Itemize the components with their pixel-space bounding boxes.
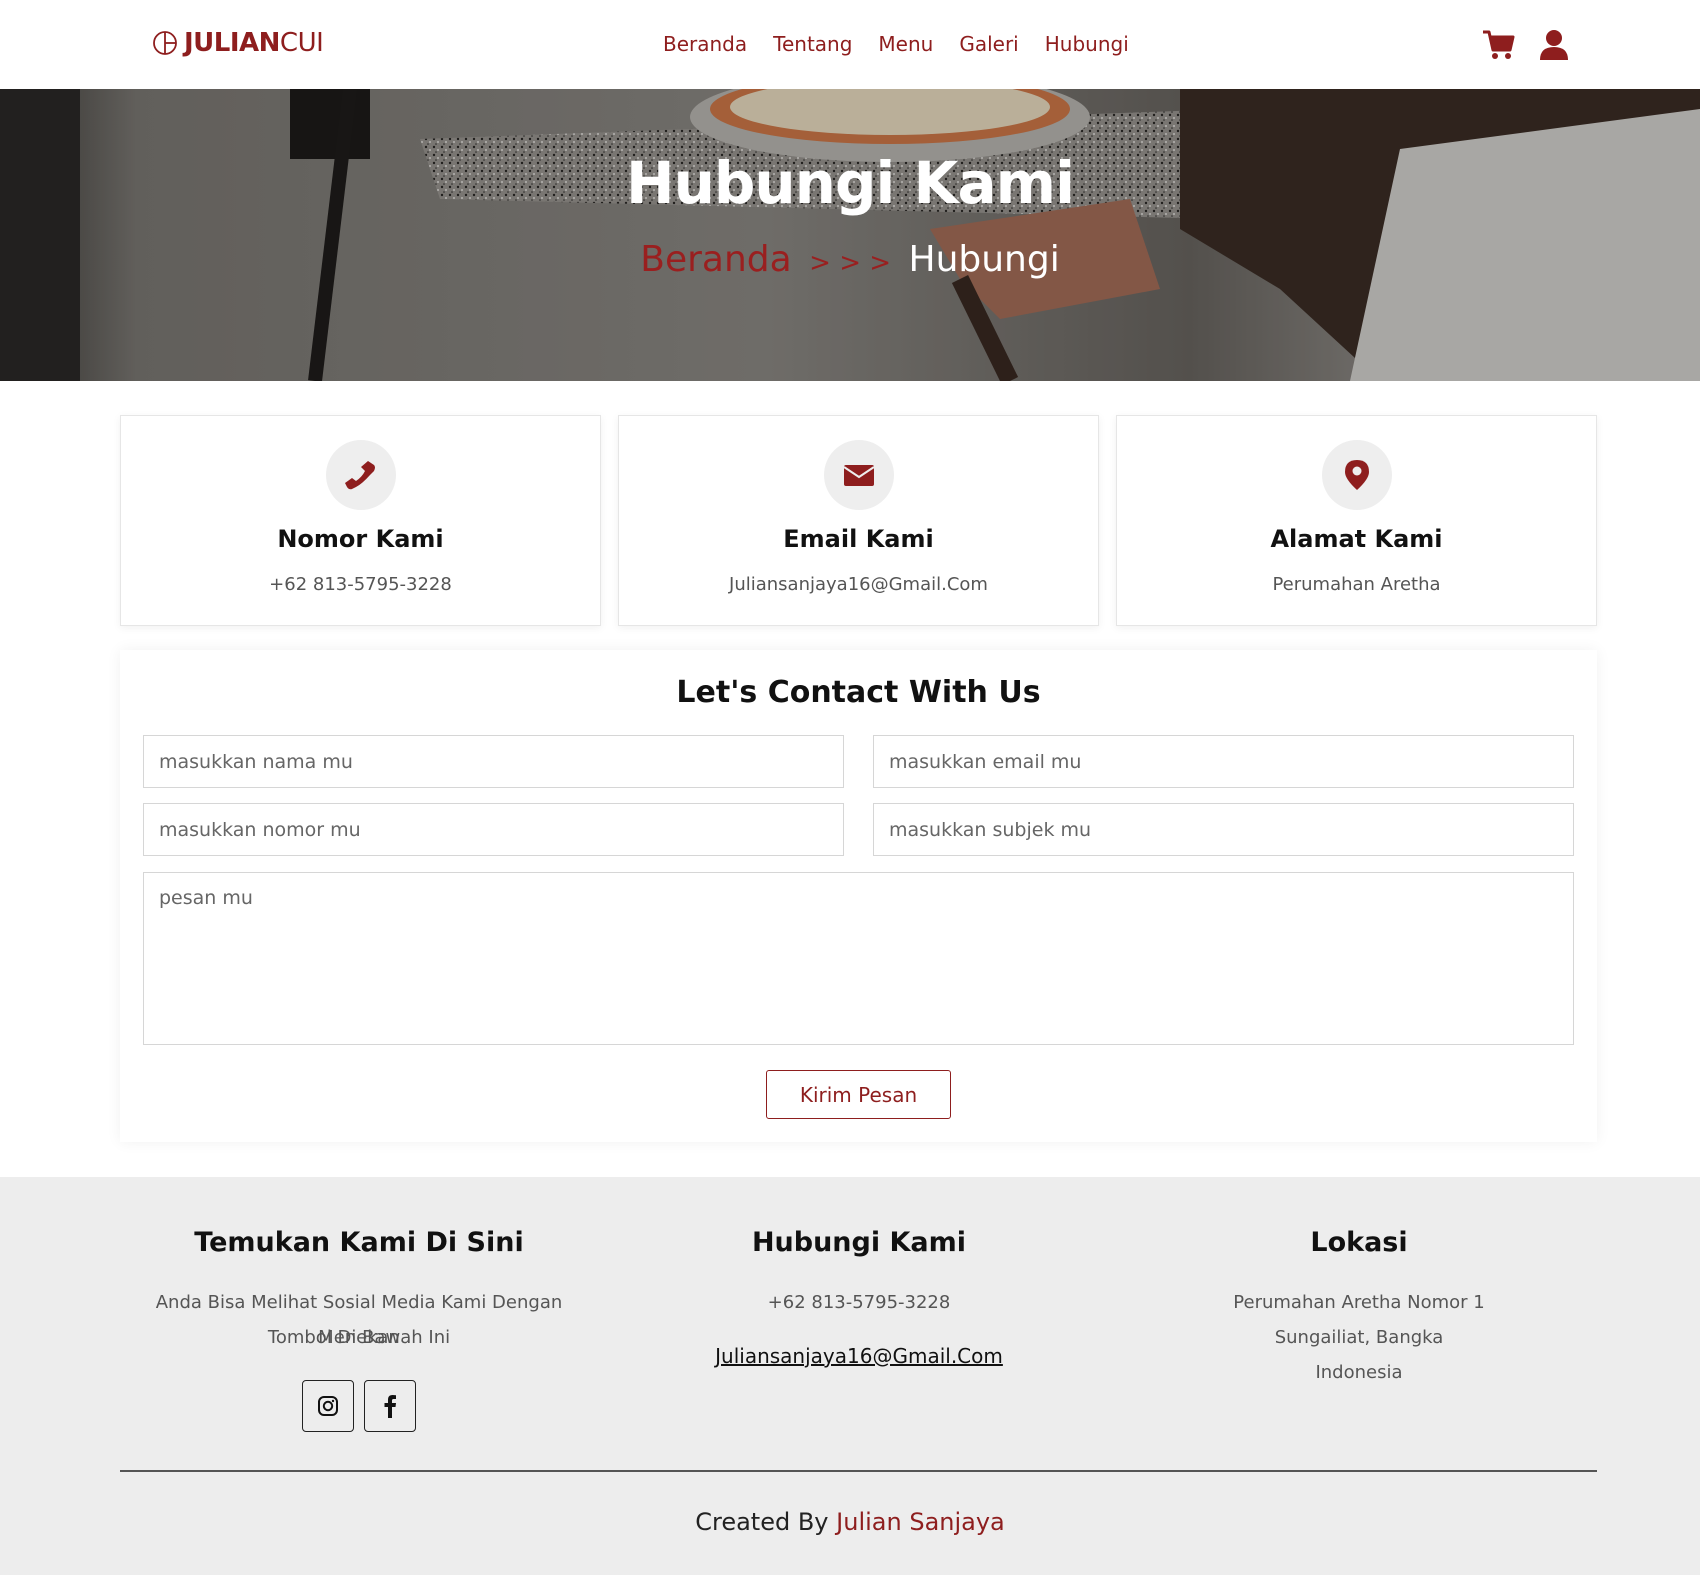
footer: Temukan Kami Di Sini Anda Bisa Melihat S… xyxy=(0,1177,1700,1575)
facebook-button[interactable] xyxy=(364,1380,416,1432)
phone-icon-circle xyxy=(326,440,396,510)
user-icon[interactable] xyxy=(1537,28,1571,62)
credit-author-link[interactable]: Julian Sanjaya xyxy=(836,1508,1005,1536)
cart-icon[interactable] xyxy=(1481,28,1515,62)
footer-divider xyxy=(120,1470,1597,1472)
email-card-title: Email Kami xyxy=(783,525,934,553)
phone-icon xyxy=(345,461,375,490)
address-card-value: Perumahan Aretha xyxy=(1272,574,1441,595)
phone-card-value: +62 813-5795-3228 xyxy=(269,574,452,595)
footer-social-text-line2: Tombol Di Bawah Ini xyxy=(267,1327,451,1348)
brand-logo[interactable]: JULIANCUI xyxy=(152,28,324,58)
footer-location-title: Lokasi xyxy=(1310,1227,1408,1258)
nav-link-beranda[interactable]: Beranda xyxy=(663,32,747,56)
breadcrumb-current: Hubungi xyxy=(908,239,1060,280)
email-card: Email Kami Juliansanjaya16@Gmail.Com xyxy=(618,415,1099,626)
instagram-button[interactable] xyxy=(302,1380,354,1432)
email-icon-circle xyxy=(824,440,894,510)
credit-prefix: Created By xyxy=(695,1508,829,1536)
hero-title: Hubungi Kami xyxy=(626,149,1075,217)
nav-link-tentang[interactable]: Tentang xyxy=(773,32,852,56)
navbar: JULIANCUI Beranda Tentang Menu Galeri Hu… xyxy=(0,0,1700,89)
phone-card: Nomor Kami +62 813-5795-3228 xyxy=(120,415,601,626)
map-pin-icon xyxy=(1345,460,1369,490)
email-input[interactable] xyxy=(873,735,1574,788)
envelope-icon xyxy=(843,465,875,486)
breadcrumb-home-link[interactable]: Beranda xyxy=(640,239,791,280)
nav-icons xyxy=(1481,28,1571,62)
nav-link-hubungi[interactable]: Hubungi xyxy=(1045,32,1129,56)
address-icon-circle xyxy=(1322,440,1392,510)
contact-form: Let's Contact With Us Kirim Pesan xyxy=(120,650,1597,1142)
hero-background-image xyxy=(0,89,1700,381)
phone-card-title: Nomor Kami xyxy=(277,525,444,553)
phone-input[interactable] xyxy=(143,803,844,856)
footer-address-line1: Perumahan Aretha Nomor 1 xyxy=(1233,1292,1485,1313)
pizza-logo-icon xyxy=(153,31,177,55)
instagram-icon xyxy=(318,1396,338,1416)
breadcrumb: Beranda > > > Hubungi xyxy=(0,239,1700,280)
hero-banner: Hubungi Kami Beranda > > > Hubungi xyxy=(0,89,1700,381)
address-card-title: Alamat Kami xyxy=(1270,525,1443,553)
facebook-icon xyxy=(384,1395,396,1418)
breadcrumb-separator: > > > xyxy=(809,248,892,278)
footer-email-wrap: Juliansanjaya16@Gmail.Com xyxy=(620,1339,1098,1375)
footer-address-line3: Indonesia xyxy=(1315,1362,1403,1383)
brand-name: JULIANCUI xyxy=(184,28,324,58)
footer-address-line2: Sungailiat, Bangka xyxy=(1274,1327,1444,1348)
nav-link-menu[interactable]: Menu xyxy=(878,32,933,56)
footer-email-link[interactable]: Juliansanjaya16@Gmail.Com xyxy=(715,1344,1003,1368)
footer-phone: +62 813-5795-3228 xyxy=(767,1292,951,1313)
main-nav: Beranda Tentang Menu Galeri Hubungi xyxy=(663,32,1129,56)
name-input[interactable] xyxy=(143,735,844,788)
send-message-button[interactable]: Kirim Pesan xyxy=(766,1070,951,1119)
footer-contact-title: Hubungi Kami xyxy=(751,1227,967,1258)
message-textarea[interactable] xyxy=(143,872,1574,1045)
address-card: Alamat Kami Perumahan Aretha xyxy=(1116,415,1597,626)
subject-input[interactable] xyxy=(873,803,1574,856)
form-title: Let's Contact With Us xyxy=(676,675,1041,710)
footer-credit: Created By Julian Sanjaya xyxy=(0,1508,1700,1536)
footer-social-title: Temukan Kami Di Sini xyxy=(194,1227,524,1258)
nav-link-galeri[interactable]: Galeri xyxy=(959,32,1018,56)
email-card-value: Juliansanjaya16@Gmail.Com xyxy=(729,574,988,595)
